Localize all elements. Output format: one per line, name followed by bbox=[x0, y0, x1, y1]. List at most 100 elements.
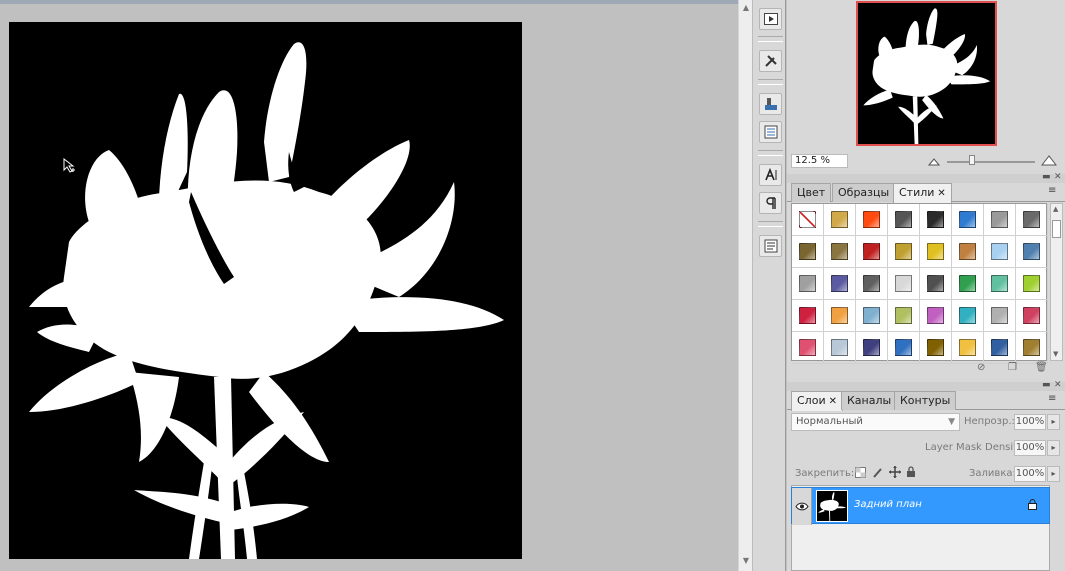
fill-field[interactable]: 100% bbox=[1014, 466, 1046, 482]
style-swatch[interactable] bbox=[920, 332, 952, 364]
style-swatch-chip bbox=[1023, 211, 1040, 228]
style-swatch[interactable] bbox=[1016, 332, 1048, 364]
zoom-slider-thumb[interactable] bbox=[968, 155, 975, 165]
panel-menu-icon[interactable]: ≡ bbox=[1048, 185, 1056, 196]
style-swatch[interactable] bbox=[1016, 236, 1048, 268]
layers-tabs: Слои ✕ Каналы Контуры ≡ bbox=[787, 389, 1065, 411]
scroll-down-icon[interactable]: ▼ bbox=[741, 556, 751, 566]
style-swatch[interactable] bbox=[984, 332, 1016, 364]
style-swatch[interactable] bbox=[792, 236, 824, 268]
panel-menu-icon[interactable]: ≡ bbox=[1048, 393, 1056, 404]
style-swatch[interactable] bbox=[856, 332, 888, 364]
paragraph-icon[interactable] bbox=[759, 192, 782, 214]
layer-row-background[interactable]: Задний план bbox=[791, 487, 1050, 525]
zoom-in-icon[interactable] bbox=[1041, 155, 1057, 166]
new-style-icon[interactable]: ❐ bbox=[1008, 362, 1017, 373]
styles-scrollbar[interactable]: ▲ ▼ bbox=[1050, 203, 1063, 361]
style-swatch[interactable] bbox=[952, 300, 984, 332]
visibility-eye-icon[interactable] bbox=[792, 488, 812, 525]
style-swatch[interactable] bbox=[888, 300, 920, 332]
brushes-icon[interactable] bbox=[759, 121, 782, 143]
style-swatch[interactable] bbox=[856, 236, 888, 268]
style-swatch-chip bbox=[895, 307, 912, 324]
blend-mode-select[interactable]: Нормальный ▼ bbox=[791, 413, 960, 431]
style-swatch[interactable] bbox=[952, 268, 984, 300]
dock-divider bbox=[758, 79, 783, 85]
style-swatch[interactable] bbox=[824, 300, 856, 332]
scroll-thumb[interactable] bbox=[1052, 220, 1061, 238]
opacity-field[interactable]: 100% bbox=[1014, 414, 1046, 430]
style-swatch[interactable] bbox=[952, 236, 984, 268]
style-swatch[interactable] bbox=[824, 332, 856, 364]
tab-color[interactable]: Цвет bbox=[791, 183, 832, 202]
style-swatch[interactable] bbox=[952, 332, 984, 364]
style-swatch-chip bbox=[1023, 275, 1040, 292]
clear-style-icon[interactable]: ⊘ bbox=[977, 362, 985, 373]
style-swatch[interactable] bbox=[792, 332, 824, 364]
tools-presets-icon[interactable] bbox=[759, 50, 782, 72]
navigator-preview[interactable] bbox=[856, 1, 997, 146]
mask-density-arrow-icon[interactable]: ▸ bbox=[1047, 440, 1060, 456]
style-swatch[interactable] bbox=[824, 236, 856, 268]
style-swatch[interactable] bbox=[984, 300, 1016, 332]
style-swatch[interactable] bbox=[856, 204, 888, 236]
style-swatch-chip bbox=[927, 275, 944, 292]
style-swatch-chip bbox=[959, 339, 976, 356]
style-swatch[interactable] bbox=[920, 268, 952, 300]
clone-source-icon[interactable] bbox=[759, 93, 782, 115]
style-swatch-chip bbox=[799, 243, 816, 260]
style-swatch[interactable] bbox=[856, 300, 888, 332]
close-tab-icon[interactable]: ✕ bbox=[829, 396, 837, 407]
tab-paths[interactable]: Контуры bbox=[894, 391, 957, 410]
lock-position-icon[interactable] bbox=[889, 466, 901, 478]
mask-density-field[interactable]: 100% bbox=[1014, 440, 1046, 456]
dock-divider bbox=[758, 150, 783, 156]
style-swatch[interactable] bbox=[888, 204, 920, 236]
style-swatch[interactable] bbox=[952, 204, 984, 236]
style-swatch[interactable] bbox=[792, 268, 824, 300]
delete-style-icon[interactable]: 🗑 bbox=[1035, 362, 1048, 373]
zoom-slider[interactable] bbox=[947, 161, 1035, 163]
style-swatch[interactable] bbox=[792, 300, 824, 332]
character-icon[interactable] bbox=[759, 164, 782, 186]
image-canvas[interactable] bbox=[9, 22, 522, 559]
style-swatch[interactable] bbox=[920, 204, 952, 236]
zoom-out-icon[interactable] bbox=[928, 156, 940, 166]
scroll-down-icon[interactable]: ▼ bbox=[1053, 350, 1058, 358]
notes-icon[interactable] bbox=[759, 235, 782, 257]
style-swatch-chip bbox=[799, 275, 816, 292]
chevron-down-icon: ▼ bbox=[948, 417, 955, 427]
close-tab-icon[interactable]: ✕ bbox=[937, 188, 945, 199]
tab-styles[interactable]: Стили ✕ bbox=[893, 183, 952, 203]
style-swatch-chip bbox=[959, 211, 976, 228]
tab-layers[interactable]: Слои ✕ bbox=[791, 391, 843, 411]
style-swatch[interactable] bbox=[1016, 268, 1048, 300]
actions-icon[interactable] bbox=[759, 8, 782, 30]
document-scrollbar[interactable]: ▲ ▼ bbox=[738, 0, 752, 571]
style-swatch[interactable] bbox=[1016, 204, 1048, 236]
style-swatch[interactable] bbox=[824, 268, 856, 300]
style-swatch[interactable] bbox=[984, 204, 1016, 236]
style-swatch-chip bbox=[991, 243, 1008, 260]
opacity-arrow-icon[interactable]: ▸ bbox=[1047, 414, 1060, 430]
lock-transparency-icon[interactable] bbox=[855, 467, 866, 478]
scroll-up-icon[interactable]: ▲ bbox=[741, 3, 751, 13]
zoom-field[interactable]: 12.5 % bbox=[791, 154, 848, 168]
style-swatch[interactable] bbox=[1016, 300, 1048, 332]
style-swatch[interactable] bbox=[920, 236, 952, 268]
style-swatch[interactable] bbox=[984, 268, 1016, 300]
style-swatch[interactable] bbox=[888, 236, 920, 268]
style-swatch[interactable] bbox=[984, 236, 1016, 268]
style-swatch[interactable] bbox=[824, 204, 856, 236]
style-swatch[interactable] bbox=[920, 300, 952, 332]
style-swatch[interactable] bbox=[888, 332, 920, 364]
tab-swatches[interactable]: Образцы bbox=[832, 183, 896, 202]
tab-channels[interactable]: Каналы bbox=[841, 391, 898, 410]
lock-all-icon[interactable] bbox=[906, 466, 916, 478]
style-swatch[interactable] bbox=[792, 204, 824, 236]
style-swatch[interactable] bbox=[888, 268, 920, 300]
lock-pixels-icon[interactable] bbox=[872, 467, 883, 478]
fill-arrow-icon[interactable]: ▸ bbox=[1047, 466, 1060, 482]
scroll-up-icon[interactable]: ▲ bbox=[1053, 205, 1058, 213]
style-swatch[interactable] bbox=[856, 268, 888, 300]
